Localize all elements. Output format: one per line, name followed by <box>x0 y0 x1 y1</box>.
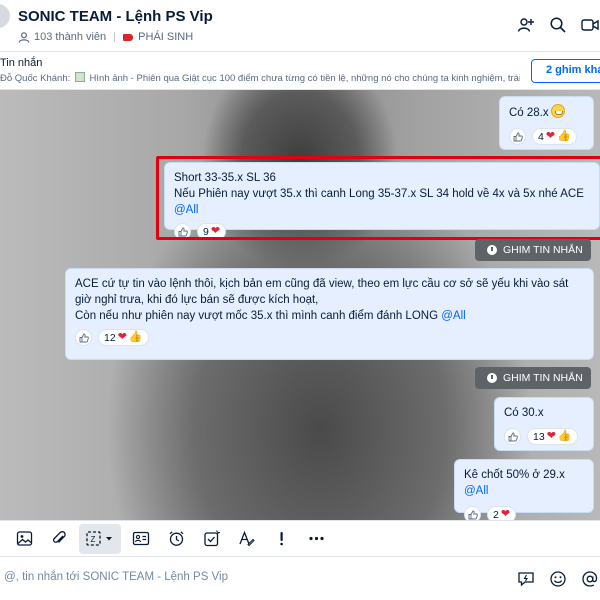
group-title[interactable]: SONIC TEAM - Lệnh PS Vip <box>18 8 213 25</box>
header-actions <box>516 15 600 35</box>
chat-header: SONIC TEAM - Lệnh PS Vip 103 thành viên … <box>0 0 600 52</box>
message-bubble[interactable]: Kê chốt 50% ở 29.x @All 2 ❤ <box>454 459 594 520</box>
message-text: Có 28.x <box>509 107 549 119</box>
svg-text:Z: Z <box>91 535 96 544</box>
clock-icon <box>487 245 497 255</box>
video-call-icon[interactable] <box>580 15 600 35</box>
member-count[interactable]: 103 thành viên <box>34 31 106 43</box>
text-format-icon[interactable] <box>231 524 261 554</box>
group-meta: 103 thành viên PHÁI SINH <box>18 31 193 43</box>
message-bubble[interactable]: Có 30.x 13 ❤ 👍 <box>494 397 594 451</box>
pinned-message-bar[interactable]: Tin nhắn Đỗ Quốc Khánh: Hình ảnh - Phiên… <box>0 53 600 90</box>
reaction-row: 4 ❤ 👍 <box>509 128 584 145</box>
pinned-preview: Đỗ Quốc Khánh: Hình ảnh - Phiên qua Giật… <box>0 72 520 84</box>
like-icon[interactable] <box>75 329 92 346</box>
image-icon[interactable] <box>9 524 39 554</box>
heart-icon: ❤ <box>545 130 556 142</box>
thumbs-up-icon: 👍 <box>557 130 571 142</box>
pinned-message-label: GHIM TIN NHẮN <box>475 367 591 389</box>
image-doc-icon <box>74 72 85 82</box>
urgent-icon[interactable] <box>266 524 296 554</box>
input-actions <box>516 569 600 589</box>
mention-all[interactable]: @All <box>464 485 488 497</box>
reaction-row: 2 ❤ <box>464 506 584 520</box>
divider <box>114 32 116 42</box>
heart-icon: ❤ <box>500 508 511 520</box>
message-text: Kê chốt 50% ở 29.x <box>464 469 565 481</box>
like-icon[interactable] <box>464 506 481 520</box>
heart-icon: ❤ <box>117 331 127 343</box>
pinned-text: Hình ảnh - Phiên qua Giật cục 100 điểm c… <box>89 73 520 84</box>
mention-icon[interactable] <box>580 569 600 589</box>
message-input-bar: @, tin nhắn tới SONIC TEAM - Lệnh PS Vip <box>0 556 600 600</box>
reaction-count[interactable]: 13 ❤ 👍 <box>527 428 578 445</box>
heart-icon: ❤ <box>546 430 556 442</box>
message-input[interactable]: @, tin nhắn tới SONIC TEAM - Lệnh PS Vip <box>4 571 228 583</box>
reaction-count[interactable]: 12 ❤ 👍 <box>98 329 149 346</box>
quick-message-icon[interactable] <box>516 569 536 589</box>
reaction-count[interactable]: 2 ❤ <box>487 506 517 520</box>
composer-toolbar: Z <box>0 520 600 556</box>
like-icon[interactable] <box>509 128 526 145</box>
more-icon[interactable] <box>301 524 331 554</box>
contact-card-icon[interactable] <box>126 524 156 554</box>
thumbs-up-icon: 👍 <box>557 430 572 442</box>
pinned-sender: Đỗ Quốc Khánh: <box>0 73 71 84</box>
screenshot-icon[interactable]: Z <box>79 523 121 554</box>
highlight-box <box>156 156 600 240</box>
other-pins-button[interactable]: 2 ghim khác <box>531 59 600 83</box>
thumbs-up-icon: 👍 <box>128 331 143 343</box>
message-bubble[interactable]: Có 28.x 4 ❤ 👍 <box>499 96 594 150</box>
reaction-row: 13 ❤ 👍 <box>504 428 584 445</box>
tag-icon <box>123 33 134 41</box>
pinned-message-label: GHIM TIN NHẮN <box>475 239 591 261</box>
task-icon[interactable] <box>196 524 226 554</box>
group-tag[interactable]: PHÁI SINH <box>138 31 193 43</box>
reaction-row: 12 ❤ 👍 <box>75 329 584 346</box>
attachment-icon[interactable] <box>44 524 74 554</box>
chat-area[interactable]: Có 28.x 4 ❤ 👍 Short 33-35.x SL 36 Nếu Phiê… <box>0 90 600 520</box>
pinned-title: Tin nhắn <box>0 57 43 69</box>
message-bubble[interactable]: ACE cứ tự tin vào lệnh thôi, kịch bản em… <box>65 268 594 360</box>
message-text: ACE cứ tự tin vào lệnh thôi, kịch bản em… <box>75 278 569 322</box>
grin-emoji-icon <box>550 104 565 118</box>
group-avatar[interactable] <box>0 4 10 28</box>
clock-icon <box>487 373 497 383</box>
reaction-count[interactable]: 4 ❤ 👍 <box>532 128 577 145</box>
search-icon[interactable] <box>548 15 568 35</box>
add-member-icon[interactable] <box>516 15 536 35</box>
emoji-icon[interactable] <box>548 569 568 589</box>
message-text: Có 30.x <box>504 407 544 419</box>
mention-all[interactable]: @All <box>441 310 465 322</box>
member-icon <box>18 31 30 43</box>
reminder-clock-icon[interactable] <box>161 524 191 554</box>
like-icon[interactable] <box>504 428 521 445</box>
